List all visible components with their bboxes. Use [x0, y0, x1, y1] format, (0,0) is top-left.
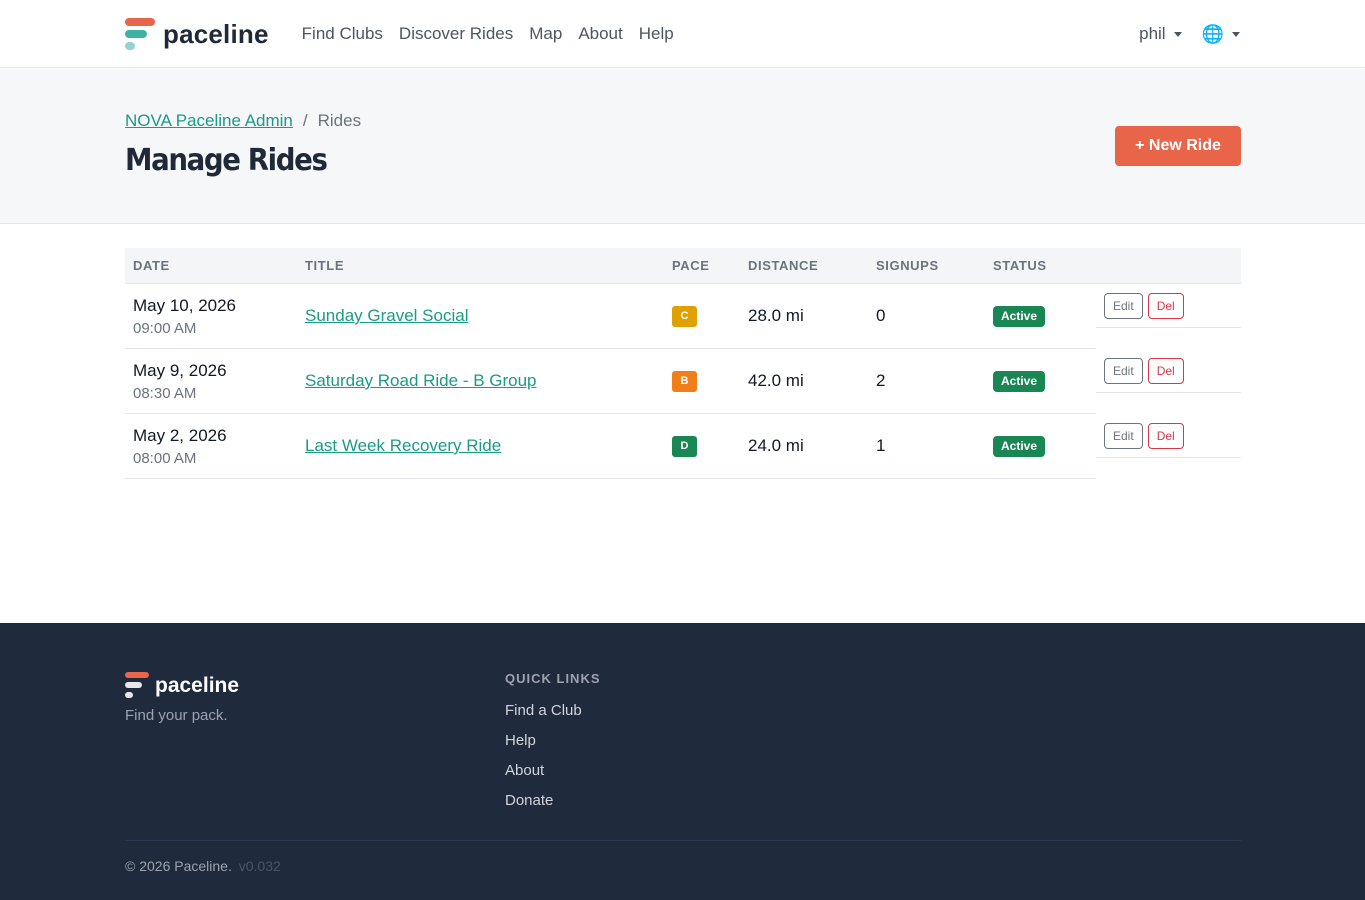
- ride-date: May 2, 2026: [133, 425, 227, 445]
- footer-quick-links-title: QUICK LINKS: [505, 671, 601, 686]
- rides-table: DATE TITLE PACE DISTANCE SIGNUPS STATUS …: [125, 248, 1241, 479]
- user-menu-dropdown[interactable]: phil: [1139, 24, 1182, 44]
- status-badge: Active: [993, 305, 1046, 327]
- pace-badge: B: [672, 370, 697, 392]
- pace-badge: C: [672, 305, 697, 327]
- nav-link-help[interactable]: Help: [631, 24, 682, 44]
- brand-name: paceline: [163, 18, 269, 49]
- page-header: NOVA Paceline Admin / Rides Manage Rides…: [0, 69, 1365, 224]
- footer-link-about[interactable]: About: [505, 761, 582, 780]
- caret-down-icon: [1232, 31, 1240, 37]
- nav-link-find-clubs[interactable]: Find Clubs: [294, 24, 391, 44]
- ride-title-link[interactable]: Saturday Road Ride - B Group: [305, 371, 537, 390]
- breadcrumb-club-admin-link[interactable]: NOVA Paceline Admin: [125, 111, 293, 131]
- brand-logo-link[interactable]: paceline: [125, 17, 269, 51]
- ride-time: 08:30 AM: [133, 384, 197, 402]
- table-row: May 2, 2026 08:00 AM Last Week Recovery …: [125, 414, 1241, 479]
- nav-link-about[interactable]: About: [570, 24, 630, 44]
- table-row: May 10, 2026 09:00 AM Sunday Gravel Soci…: [125, 284, 1241, 349]
- table-row: May 9, 2026 08:30 AM Saturday Road Ride …: [125, 349, 1241, 414]
- edit-ride-button[interactable]: Edit: [1104, 292, 1143, 319]
- status-badge: Active: [993, 370, 1046, 392]
- ride-distance: 42.0 mi: [748, 371, 804, 390]
- ride-signups: 1: [876, 436, 886, 455]
- nav-link-discover-rides[interactable]: Discover Rides: [391, 24, 521, 44]
- ride-title-link[interactable]: Last Week Recovery Ride: [305, 436, 501, 455]
- column-header-signups: SIGNUPS: [876, 258, 939, 273]
- ride-title-link[interactable]: Sunday Gravel Social: [305, 306, 468, 325]
- ride-time: 08:00 AM: [133, 449, 197, 467]
- footer-quick-links: Find a Club Help About Donate: [505, 701, 582, 821]
- table-header: DATE TITLE PACE DISTANCE SIGNUPS STATUS: [125, 248, 1241, 284]
- column-header-distance: DISTANCE: [748, 258, 819, 273]
- app-version: v0.032: [238, 858, 281, 874]
- footer-link-donate[interactable]: Donate: [505, 791, 582, 810]
- paceline-logo-icon: [125, 17, 155, 51]
- column-header-pace: PACE: [672, 258, 710, 273]
- status-badge: Active: [993, 435, 1046, 457]
- delete-ride-button[interactable]: Del: [1147, 292, 1184, 319]
- paceline-logo-icon: [125, 672, 149, 699]
- nav-links: Find Clubs Discover Rides Map About Help: [294, 24, 682, 44]
- breadcrumb-separator: /: [302, 111, 308, 130]
- ride-date: May 9, 2026: [133, 360, 227, 380]
- footer-tagline: Find your pack.: [125, 707, 228, 724]
- caret-down-icon: [1173, 31, 1182, 37]
- top-navbar: paceline Find Clubs Discover Rides Map A…: [0, 0, 1365, 68]
- footer-link-help[interactable]: Help: [505, 731, 582, 750]
- column-header-title: TITLE: [305, 258, 345, 273]
- user-name: phil: [1139, 24, 1166, 43]
- footer-brand: paceline: [125, 672, 239, 699]
- breadcrumb: NOVA Paceline Admin / Rides: [125, 111, 361, 131]
- edit-ride-button[interactable]: Edit: [1104, 422, 1143, 449]
- pace-badge: D: [672, 435, 697, 457]
- site-footer: paceline Find your pack. QUICK LINKS Fin…: [0, 623, 1365, 900]
- column-header-status: STATUS: [993, 258, 1047, 273]
- footer-link-find-a-club[interactable]: Find a Club: [505, 701, 582, 720]
- ride-date: May 10, 2026: [133, 295, 237, 315]
- globe-icon: 🌐: [1201, 23, 1224, 44]
- delete-ride-button[interactable]: Del: [1147, 422, 1184, 449]
- ride-time: 09:00 AM: [133, 319, 197, 337]
- ride-signups: 2: [876, 371, 886, 390]
- new-ride-button[interactable]: + New Ride: [1115, 126, 1241, 166]
- column-header-date: DATE: [133, 258, 170, 273]
- delete-ride-button[interactable]: Del: [1147, 357, 1184, 384]
- nav-link-map[interactable]: Map: [521, 24, 570, 44]
- copyright-text: © 2026 Paceline.: [125, 858, 232, 874]
- edit-ride-button[interactable]: Edit: [1104, 357, 1143, 384]
- ride-signups: 0: [876, 306, 886, 325]
- ride-distance: 24.0 mi: [748, 436, 804, 455]
- footer-divider: [125, 840, 1241, 841]
- footer-copyright: © 2026 Paceline. v0.032: [125, 858, 281, 874]
- page-title: Manage Rides: [125, 143, 328, 178]
- footer-brand-name: paceline: [155, 673, 240, 697]
- ride-distance: 28.0 mi: [748, 306, 804, 325]
- breadcrumb-current: Rides: [317, 111, 362, 130]
- language-dropdown[interactable]: 🌐: [1202, 24, 1240, 45]
